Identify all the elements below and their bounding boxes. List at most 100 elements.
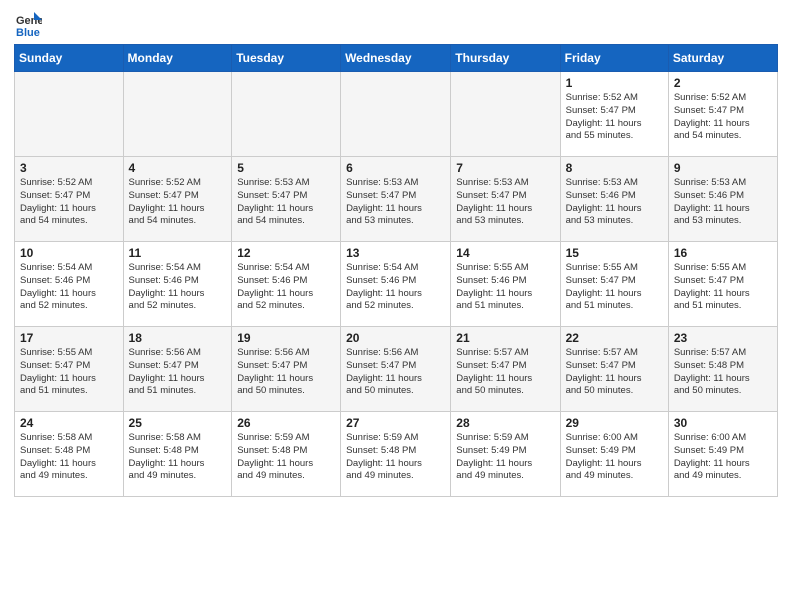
day-number: 11 xyxy=(129,246,227,260)
page: General Blue SundayMondayTuesdayWednesda… xyxy=(0,0,792,507)
calendar-week-1: 1 Sunrise: 5:52 AM Sunset: 5:47 PM Daylig… xyxy=(15,72,778,157)
day-number: 23 xyxy=(674,331,772,345)
day-number: 22 xyxy=(566,331,663,345)
calendar-cell: 3 Sunrise: 5:52 AM Sunset: 5:47 PM Daylig… xyxy=(15,157,124,242)
day-number: 28 xyxy=(456,416,554,430)
calendar-cell: 30Sunrise: 6:00 AM Sunset: 5:49 PM Dayli… xyxy=(668,412,777,497)
day-info: Sunrise: 5:57 AM Sunset: 5:48 PM Dayligh… xyxy=(674,347,772,398)
day-info: Sunrise: 5:55 AM Sunset: 5:47 PM Dayligh… xyxy=(674,262,772,313)
day-number: 17 xyxy=(20,331,118,345)
day-info: Sunrise: 5:57 AM Sunset: 5:47 PM Dayligh… xyxy=(566,347,663,398)
calendar-cell: 14 Sunrise: 5:55 AM Sunset: 5:46 PM Dayli… xyxy=(451,242,560,327)
calendar-table: SundayMondayTuesdayWednesdayThursdayFrid… xyxy=(14,44,778,497)
day-number: 20 xyxy=(346,331,445,345)
calendar-header-saturday: Saturday xyxy=(668,45,777,72)
calendar-cell: 8 Sunrise: 5:53 AM Sunset: 5:46 PM Daylig… xyxy=(560,157,668,242)
day-number: 3 xyxy=(20,161,118,175)
header: General Blue xyxy=(14,10,778,38)
calendar-cell: 23 Sunrise: 5:57 AM Sunset: 5:48 PM Dayli… xyxy=(668,327,777,412)
day-number: 21 xyxy=(456,331,554,345)
day-info: Sunrise: 5:55 AM Sunset: 5:47 PM Dayligh… xyxy=(20,347,118,398)
calendar-cell xyxy=(123,72,232,157)
day-info: Sunrise: 5:53 AM Sunset: 5:46 PM Dayligh… xyxy=(566,177,663,228)
calendar-cell: 29 Sunrise: 6:00 AM Sunset: 5:49 PM Dayli… xyxy=(560,412,668,497)
calendar-cell: 7 Sunrise: 5:53 AM Sunset: 5:47 PM Daylig… xyxy=(451,157,560,242)
logo-area: General Blue xyxy=(14,10,46,38)
calendar-cell: 18Sunrise: 5:56 AM Sunset: 5:47 PM Dayli… xyxy=(123,327,232,412)
calendar-cell: 19Sunrise: 5:56 AM Sunset: 5:47 PM Dayli… xyxy=(232,327,341,412)
day-number: 6 xyxy=(346,161,445,175)
day-number: 12 xyxy=(237,246,335,260)
day-info: Sunrise: 6:00 AM Sunset: 5:49 PM Dayligh… xyxy=(566,432,663,483)
day-number: 29 xyxy=(566,416,663,430)
day-info: Sunrise: 5:53 AM Sunset: 5:46 PM Dayligh… xyxy=(674,177,772,228)
calendar-header-thursday: Thursday xyxy=(451,45,560,72)
calendar-cell: 16 Sunrise: 5:55 AM Sunset: 5:47 PM Dayli… xyxy=(668,242,777,327)
day-info: Sunrise: 5:54 AM Sunset: 5:46 PM Dayligh… xyxy=(346,262,445,313)
day-info: Sunrise: 5:52 AM Sunset: 5:47 PM Dayligh… xyxy=(129,177,227,228)
calendar-cell xyxy=(451,72,560,157)
day-info: Sunrise: 5:54 AM Sunset: 5:46 PM Dayligh… xyxy=(129,262,227,313)
calendar-cell: 22 Sunrise: 5:57 AM Sunset: 5:47 PM Dayli… xyxy=(560,327,668,412)
day-number: 13 xyxy=(346,246,445,260)
day-info: Sunrise: 5:58 AM Sunset: 5:48 PM Dayligh… xyxy=(129,432,227,483)
calendar-cell: 9 Sunrise: 5:53 AM Sunset: 5:46 PM Daylig… xyxy=(668,157,777,242)
day-info: Sunrise: 5:59 AM Sunset: 5:48 PM Dayligh… xyxy=(346,432,445,483)
day-info: Sunrise: 5:58 AM Sunset: 5:48 PM Dayligh… xyxy=(20,432,118,483)
day-number: 9 xyxy=(674,161,772,175)
day-info: Sunrise: 5:59 AM Sunset: 5:48 PM Dayligh… xyxy=(237,432,335,483)
calendar-week-3: 10Sunrise: 5:54 AM Sunset: 5:46 PM Dayli… xyxy=(15,242,778,327)
day-number: 25 xyxy=(129,416,227,430)
day-number: 1 xyxy=(566,76,663,90)
calendar-cell: 28 Sunrise: 5:59 AM Sunset: 5:49 PM Dayli… xyxy=(451,412,560,497)
day-number: 24 xyxy=(20,416,118,430)
day-info: Sunrise: 5:55 AM Sunset: 5:46 PM Dayligh… xyxy=(456,262,554,313)
calendar-cell: 5Sunrise: 5:53 AM Sunset: 5:47 PM Daylig… xyxy=(232,157,341,242)
day-number: 16 xyxy=(674,246,772,260)
day-info: Sunrise: 5:56 AM Sunset: 5:47 PM Dayligh… xyxy=(237,347,335,398)
day-info: Sunrise: 6:00 AM Sunset: 5:49 PM Dayligh… xyxy=(674,432,772,483)
calendar-header-wednesday: Wednesday xyxy=(341,45,451,72)
calendar-cell xyxy=(341,72,451,157)
calendar-cell: 6 Sunrise: 5:53 AM Sunset: 5:47 PM Daylig… xyxy=(341,157,451,242)
calendar-cell: 11 Sunrise: 5:54 AM Sunset: 5:46 PM Dayli… xyxy=(123,242,232,327)
day-number: 7 xyxy=(456,161,554,175)
calendar-header-friday: Friday xyxy=(560,45,668,72)
day-number: 27 xyxy=(346,416,445,430)
day-info: Sunrise: 5:53 AM Sunset: 5:47 PM Dayligh… xyxy=(346,177,445,228)
logo-icon: General Blue xyxy=(14,10,42,38)
day-number: 4 xyxy=(129,161,227,175)
day-info: Sunrise: 5:53 AM Sunset: 5:47 PM Dayligh… xyxy=(456,177,554,228)
calendar-cell: 20 Sunrise: 5:56 AM Sunset: 5:47 PM Dayli… xyxy=(341,327,451,412)
day-info: Sunrise: 5:54 AM Sunset: 5:46 PM Dayligh… xyxy=(237,262,335,313)
day-info: Sunrise: 5:52 AM Sunset: 5:47 PM Dayligh… xyxy=(674,92,772,143)
calendar-cell: 27 Sunrise: 5:59 AM Sunset: 5:48 PM Dayli… xyxy=(341,412,451,497)
calendar-header-monday: Monday xyxy=(123,45,232,72)
calendar-cell: 4 Sunrise: 5:52 AM Sunset: 5:47 PM Daylig… xyxy=(123,157,232,242)
calendar-cell xyxy=(232,72,341,157)
calendar-cell: 15 Sunrise: 5:55 AM Sunset: 5:47 PM Dayli… xyxy=(560,242,668,327)
calendar-cell xyxy=(15,72,124,157)
calendar-cell: 12 Sunrise: 5:54 AM Sunset: 5:46 PM Dayli… xyxy=(232,242,341,327)
day-number: 14 xyxy=(456,246,554,260)
day-info: Sunrise: 5:56 AM Sunset: 5:47 PM Dayligh… xyxy=(129,347,227,398)
svg-text:Blue: Blue xyxy=(16,27,40,38)
day-info: Sunrise: 5:53 AM Sunset: 5:47 PM Dayligh… xyxy=(237,177,335,228)
calendar-header-sunday: Sunday xyxy=(15,45,124,72)
calendar-week-5: 24 Sunrise: 5:58 AM Sunset: 5:48 PM Dayli… xyxy=(15,412,778,497)
day-info: Sunrise: 5:55 AM Sunset: 5:47 PM Dayligh… xyxy=(566,262,663,313)
calendar-cell: 2Sunrise: 5:52 AM Sunset: 5:47 PM Daylig… xyxy=(668,72,777,157)
day-info: Sunrise: 5:56 AM Sunset: 5:47 PM Dayligh… xyxy=(346,347,445,398)
calendar-cell: 26Sunrise: 5:59 AM Sunset: 5:48 PM Dayli… xyxy=(232,412,341,497)
calendar-header-row: SundayMondayTuesdayWednesdayThursdayFrid… xyxy=(15,45,778,72)
day-number: 15 xyxy=(566,246,663,260)
day-number: 8 xyxy=(566,161,663,175)
day-info: Sunrise: 5:52 AM Sunset: 5:47 PM Dayligh… xyxy=(20,177,118,228)
calendar-cell: 25 Sunrise: 5:58 AM Sunset: 5:48 PM Dayli… xyxy=(123,412,232,497)
day-info: Sunrise: 5:59 AM Sunset: 5:49 PM Dayligh… xyxy=(456,432,554,483)
day-info: Sunrise: 5:57 AM Sunset: 5:47 PM Dayligh… xyxy=(456,347,554,398)
calendar-cell: 17 Sunrise: 5:55 AM Sunset: 5:47 PM Dayli… xyxy=(15,327,124,412)
calendar-cell: 24 Sunrise: 5:58 AM Sunset: 5:48 PM Dayli… xyxy=(15,412,124,497)
calendar-cell: 21 Sunrise: 5:57 AM Sunset: 5:47 PM Dayli… xyxy=(451,327,560,412)
day-info: Sunrise: 5:52 AM Sunset: 5:47 PM Dayligh… xyxy=(566,92,663,143)
